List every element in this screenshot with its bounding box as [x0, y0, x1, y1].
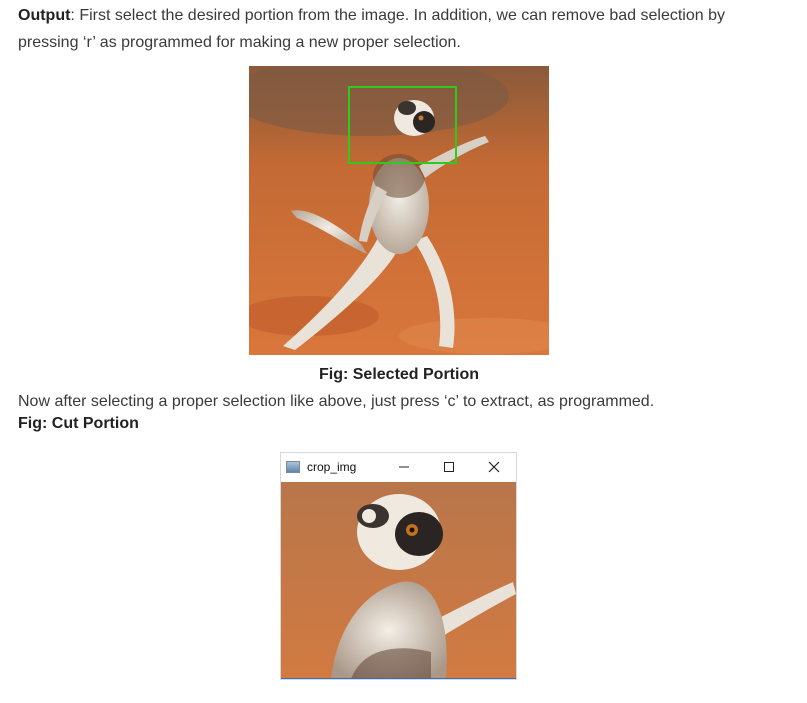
intro-text: : First select the desired portion from …	[18, 7, 725, 51]
crop-window[interactable]: crop_img	[280, 452, 517, 680]
minimize-icon	[399, 466, 409, 468]
maximize-icon	[444, 462, 454, 472]
figure2-caption: Fig: Cut Portion	[18, 415, 139, 432]
window-title: crop_img	[307, 460, 357, 474]
minimize-button[interactable]	[393, 457, 415, 477]
selection-rectangle[interactable]	[348, 86, 457, 164]
window-bottom-border	[281, 678, 516, 679]
intro-paragraph: Output: First select the desired portion…	[18, 2, 778, 56]
selected-portion-image	[249, 66, 549, 355]
close-button[interactable]	[483, 457, 505, 477]
middle-paragraph: Now after selecting a proper selection l…	[18, 393, 655, 410]
maximize-button[interactable]	[438, 457, 460, 477]
cropped-image	[281, 482, 516, 679]
close-icon	[488, 461, 500, 473]
app-icon	[286, 461, 300, 473]
figure1-caption: Fig: Selected Portion	[318, 366, 479, 383]
window-titlebar[interactable]: crop_img	[281, 453, 516, 482]
sifaka-crop-photo	[281, 482, 516, 679]
output-label: Output	[18, 7, 71, 24]
